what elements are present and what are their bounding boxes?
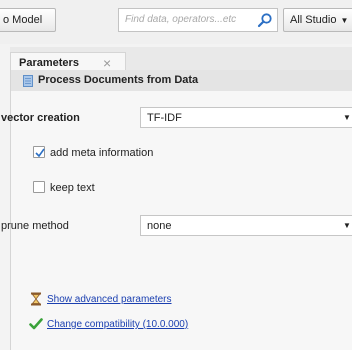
vector-creation-select[interactable]: TF-IDF ▼ [140, 107, 352, 128]
toolbar: o Model Find data, operators...etc All S… [0, 0, 352, 44]
search-box[interactable]: Find data, operators...etc [118, 8, 278, 32]
checkmark-icon [35, 148, 45, 158]
hourglass-icon [31, 292, 41, 306]
tab-parameters[interactable]: Parameters × [10, 52, 126, 72]
studio-filter-label: All Studio [290, 14, 337, 26]
tab-label: Parameters [19, 57, 79, 69]
document-icon [23, 75, 33, 87]
prune-method-value: none [147, 220, 172, 232]
keep-text-label: keep text [50, 182, 95, 194]
close-icon[interactable]: × [103, 55, 111, 71]
search-icon[interactable] [257, 12, 273, 28]
add-meta-information-label: add meta information [50, 147, 154, 159]
operator-name: Process Documents from Data [38, 74, 199, 86]
chevron-down-icon: ▼ [340, 16, 349, 25]
add-meta-information-checkbox[interactable] [33, 146, 45, 158]
parameters-panel: Process Documents from Data vector creat… [1, 70, 352, 350]
search-placeholder: Find data, operators...etc [125, 14, 237, 25]
keep-text-checkbox[interactable] [33, 181, 45, 193]
studio-filter-button[interactable]: All Studio ▼ [283, 8, 352, 32]
prune-method-select[interactable]: none ▼ [140, 215, 352, 236]
vector-creation-value: TF-IDF [147, 112, 182, 124]
panel-tab-strip: Parameters × [10, 47, 352, 72]
prune-method-label: prune method [1, 220, 69, 232]
operator-header: Process Documents from Data [11, 70, 352, 91]
checkmark-icon [29, 318, 43, 330]
chevron-down-icon: ▼ [343, 113, 351, 122]
model-button[interactable]: o Model [0, 8, 56, 32]
vector-creation-label: vector creation [1, 112, 80, 124]
chevron-down-icon: ▼ [343, 221, 351, 230]
change-compatibility-link[interactable]: Change compatibility (10.0.000) [47, 319, 188, 330]
show-advanced-parameters-link[interactable]: Show advanced parameters [47, 294, 172, 305]
